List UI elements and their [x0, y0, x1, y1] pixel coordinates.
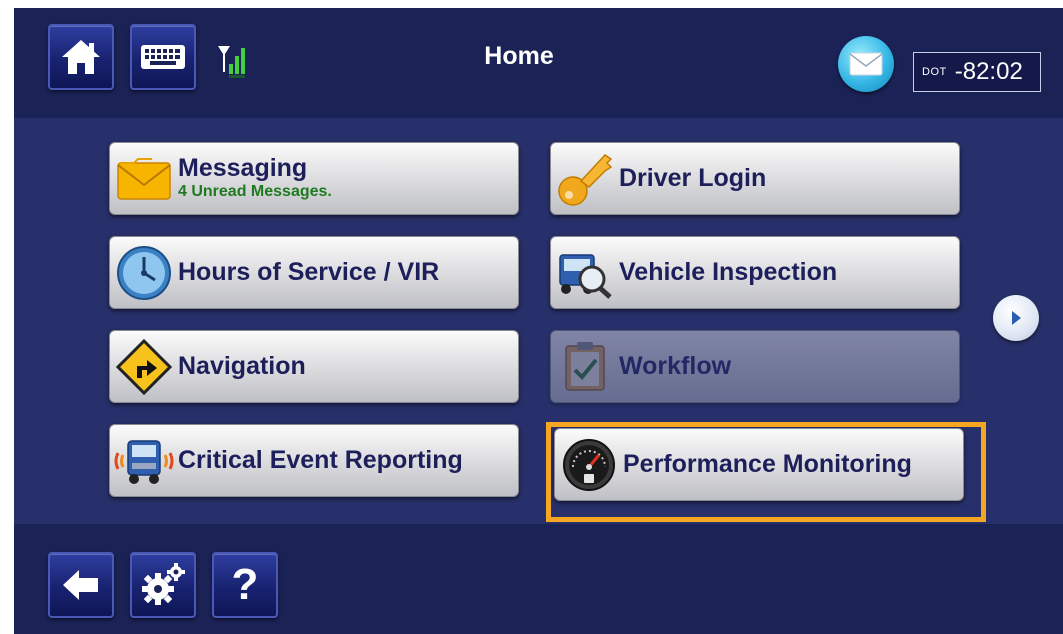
hours-of-service-label: Hours of Service / VIR: [178, 258, 440, 286]
clock-icon: [110, 241, 178, 305]
key-icon: [551, 147, 619, 211]
unread-messages-label: 4 Unread Messages.: [178, 183, 332, 200]
navigation-button[interactable]: Navigation: [109, 330, 519, 403]
help-icon: ?: [231, 560, 259, 609]
workflow-label: Workflow: [619, 352, 732, 380]
driver-login-button[interactable]: Driver Login: [550, 142, 960, 215]
back-button[interactable]: [48, 552, 114, 618]
truck-magnifier-icon: [551, 241, 619, 305]
driver-login-label: Driver Login: [619, 164, 767, 192]
footer-bar: ?: [14, 524, 1063, 634]
keyboard-icon: [141, 45, 185, 69]
keyboard-button[interactable]: [130, 24, 196, 90]
messaging-button[interactable]: Messaging 4 Unread Messages.: [109, 142, 519, 215]
home-screen: Home DOT -82:02 Messaging 4 Unread Messa…: [14, 8, 1063, 634]
messaging-label: Messaging: [178, 154, 308, 182]
gears-icon: [142, 563, 185, 605]
help-button[interactable]: ?: [212, 552, 278, 618]
vehicle-inspection-label: Vehicle Inspection: [619, 258, 838, 286]
home-icon: [62, 40, 100, 74]
home-button[interactable]: [48, 24, 114, 90]
signal-strength-icon: [216, 42, 252, 87]
back-arrow-icon: [63, 570, 98, 600]
messages-indicator-button[interactable]: [838, 36, 894, 92]
selection-highlight: [546, 422, 986, 522]
critical-event-reporting-label: Critical Event Reporting: [178, 446, 463, 474]
critical-event-reporting-button[interactable]: Critical Event Reporting: [109, 424, 519, 497]
dot-clock-display: DOT -82:02: [913, 52, 1041, 92]
dot-clock-value: -82:02: [954, 58, 1023, 85]
dot-label: DOT: [922, 66, 947, 78]
hours-of-service-button[interactable]: Hours of Service / VIR: [109, 236, 519, 309]
vehicle-inspection-button[interactable]: Vehicle Inspection: [550, 236, 960, 309]
next-page-button[interactable]: [993, 295, 1039, 341]
settings-button[interactable]: [130, 552, 196, 618]
chevron-right-icon: [1012, 311, 1021, 325]
envelope-icon: [110, 147, 178, 211]
header-bar: Home DOT -82:02: [14, 8, 1063, 118]
truck-alert-icon: [110, 429, 178, 493]
envelope-icon: [849, 52, 883, 76]
clipboard-icon: [551, 335, 619, 399]
turn-sign-icon: [110, 335, 178, 399]
navigation-label: Navigation: [178, 352, 306, 380]
page-title: Home: [484, 42, 554, 70]
workflow-button: Workflow: [550, 330, 960, 403]
